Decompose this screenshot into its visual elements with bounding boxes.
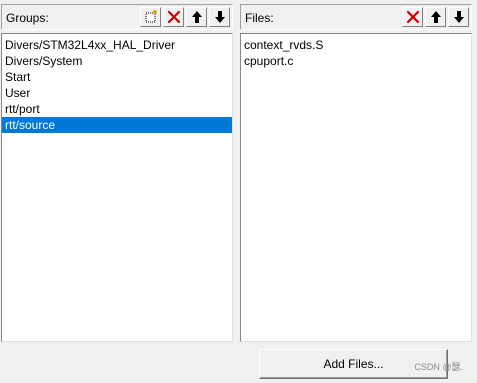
- arrow-up-icon: [191, 11, 202, 23]
- groups-title: Groups:: [6, 11, 49, 25]
- delete-group-button[interactable]: [163, 7, 184, 27]
- new-group-button[interactable]: [140, 7, 161, 27]
- move-group-up-button[interactable]: [186, 7, 207, 27]
- file-item[interactable]: cpuport.c: [241, 53, 471, 69]
- move-file-down-button[interactable]: [448, 7, 469, 27]
- arrow-down-icon: [453, 11, 464, 23]
- arrow-down-icon: [214, 11, 225, 23]
- files-header: Files:: [240, 4, 472, 30]
- delete-file-button[interactable]: [402, 7, 423, 27]
- files-title: Files:: [245, 11, 274, 25]
- groups-toolbar: [140, 7, 230, 27]
- file-item[interactable]: context_rvds.S: [241, 37, 471, 53]
- group-item[interactable]: Start: [2, 69, 232, 85]
- delete-icon: [406, 10, 419, 24]
- group-item[interactable]: User: [2, 85, 232, 101]
- arrow-up-icon: [430, 11, 441, 23]
- move-file-up-button[interactable]: [425, 7, 446, 27]
- group-item[interactable]: rtt/port: [2, 101, 232, 117]
- watermark: CSDN @瑟.: [414, 362, 463, 372]
- delete-icon: [167, 10, 180, 24]
- move-group-down-button[interactable]: [209, 7, 230, 27]
- files-panel: Files: context_rvds.S cpuport.c: [240, 4, 472, 342]
- groups-header: Groups:: [1, 4, 233, 30]
- files-list[interactable]: context_rvds.S cpuport.c: [240, 33, 472, 342]
- group-item-selected[interactable]: rtt/source: [2, 117, 232, 133]
- files-toolbar: [402, 7, 469, 27]
- groups-panel: Groups: Divers/STM32L4xx_HAL_Driver Dive…: [1, 4, 233, 342]
- group-item[interactable]: Divers/System: [2, 53, 232, 69]
- new-group-icon: [145, 10, 157, 23]
- groups-list[interactable]: Divers/STM32L4xx_HAL_Driver Divers/Syste…: [1, 33, 233, 342]
- group-item[interactable]: Divers/STM32L4xx_HAL_Driver: [2, 37, 232, 53]
